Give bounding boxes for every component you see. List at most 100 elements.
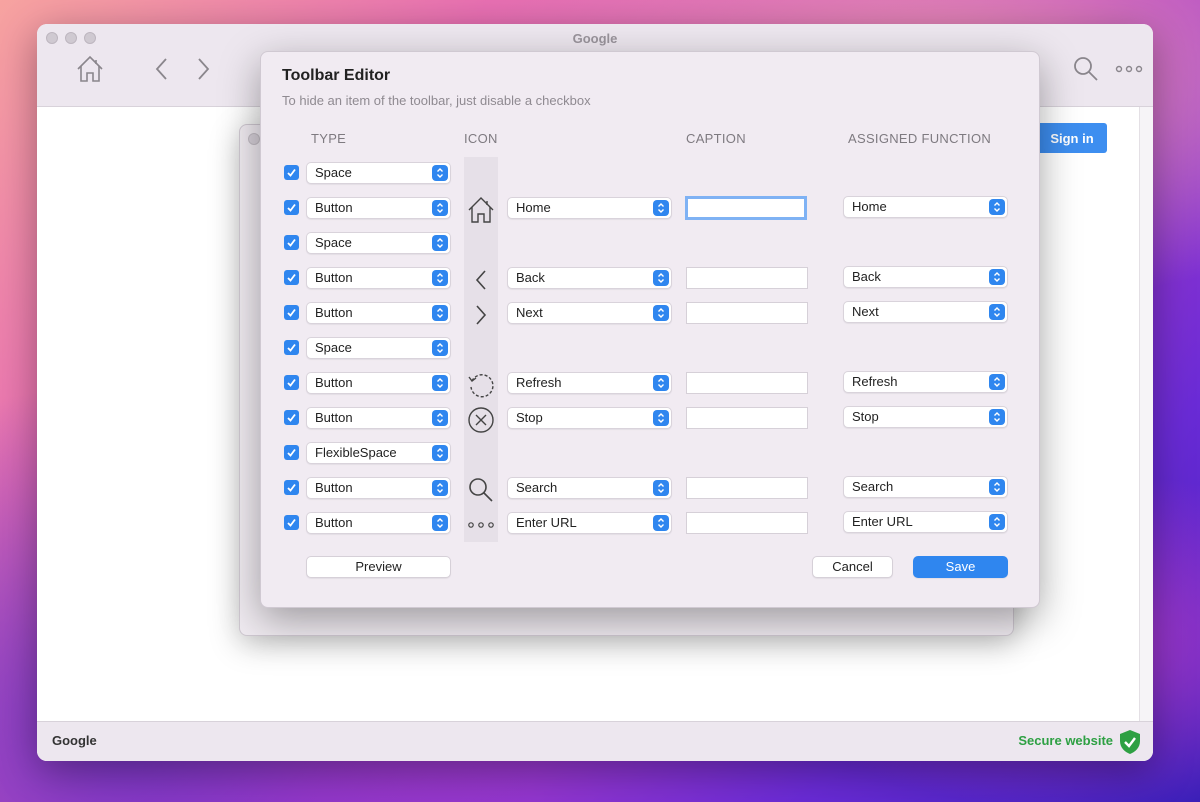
item-type-select[interactable]: FlexibleSpace <box>306 442 451 464</box>
item-type-value: Button <box>315 410 353 425</box>
item-action-value: Stop <box>516 410 543 425</box>
assigned-function-value: Back <box>852 269 881 284</box>
item-enabled-checkbox[interactable] <box>284 375 299 390</box>
item-type-value: Button <box>315 375 353 390</box>
item-action-select[interactable]: Next <box>507 302 672 324</box>
select-arrows-icon <box>989 304 1005 320</box>
assigned-function-value: Refresh <box>852 374 898 389</box>
assigned-function-select[interactable]: Enter URL <box>843 511 1008 533</box>
item-enabled-checkbox[interactable] <box>284 200 299 215</box>
item-enabled-checkbox[interactable] <box>284 480 299 495</box>
item-enabled-checkbox[interactable] <box>284 340 299 355</box>
select-arrows-icon <box>653 410 669 426</box>
toolbar-item-row: Button Next Next <box>261 297 1041 332</box>
select-arrows-icon <box>653 270 669 286</box>
assigned-function-select[interactable]: Search <box>843 476 1008 498</box>
sign-in-button[interactable]: Sign in <box>1037 123 1107 153</box>
item-action-select[interactable]: Stop <box>507 407 672 429</box>
toolbar-item-row: FlexibleSpace <box>261 437 1041 472</box>
item-type-value: Button <box>315 305 353 320</box>
toolbar-more-icon[interactable] <box>1115 64 1143 74</box>
column-header-function: ASSIGNED FUNCTION <box>848 131 992 146</box>
item-type-select[interactable]: Button <box>306 302 451 324</box>
empty-icon-cell <box>464 227 498 262</box>
item-enabled-checkbox[interactable] <box>284 305 299 320</box>
toolbar-item-row: Button Enter URL Enter URL <box>261 507 1041 542</box>
window-title: Google <box>572 31 618 46</box>
toolbar-home-icon[interactable] <box>75 54 105 84</box>
item-type-value: Button <box>315 270 353 285</box>
select-arrows-icon <box>989 374 1005 390</box>
vertical-scrollbar[interactable] <box>1139 107 1153 721</box>
item-type-select[interactable]: Button <box>306 197 451 219</box>
select-arrows-icon <box>432 165 448 181</box>
toolbar-item-row: Space <box>261 157 1041 192</box>
assigned-function-select[interactable]: Back <box>843 266 1008 288</box>
chevron-left-icon <box>464 262 498 297</box>
item-action-select[interactable]: Search <box>507 477 672 499</box>
assigned-function-value: Next <box>852 304 879 319</box>
select-arrows-icon <box>653 375 669 391</box>
select-arrows-icon <box>989 199 1005 215</box>
stop-icon <box>464 402 498 437</box>
preview-button[interactable]: Preview <box>306 556 451 578</box>
item-enabled-checkbox[interactable] <box>284 515 299 530</box>
item-action-select[interactable]: Refresh <box>507 372 672 394</box>
item-caption-input[interactable] <box>686 477 808 499</box>
toolbar-item-row: Button Back Back <box>261 262 1041 297</box>
toolbar-forward-icon[interactable] <box>195 57 211 81</box>
item-type-select[interactable]: Space <box>306 232 451 254</box>
item-type-select[interactable]: Space <box>306 162 451 184</box>
item-enabled-checkbox[interactable] <box>284 235 299 250</box>
toolbar-editor-dialog: Toolbar Editor To hide an item of the to… <box>260 51 1040 608</box>
item-enabled-checkbox[interactable] <box>284 270 299 285</box>
item-action-value: Enter URL <box>516 515 577 530</box>
select-arrows-icon <box>432 340 448 356</box>
item-action-value: Back <box>516 270 545 285</box>
select-arrows-icon <box>432 515 448 531</box>
item-action-select[interactable]: Enter URL <box>507 512 672 534</box>
select-arrows-icon <box>432 235 448 251</box>
item-caption-input[interactable] <box>685 196 807 220</box>
toolbar-search-icon[interactable] <box>1073 56 1099 82</box>
item-action-select[interactable]: Back <box>507 267 672 289</box>
cancel-button[interactable]: Cancel <box>812 556 893 578</box>
item-action-select[interactable]: Home <box>507 197 672 219</box>
item-type-select[interactable]: Space <box>306 337 451 359</box>
assigned-function-select[interactable]: Refresh <box>843 371 1008 393</box>
assigned-function-select[interactable]: Stop <box>843 406 1008 428</box>
item-enabled-checkbox[interactable] <box>284 410 299 425</box>
item-type-select[interactable]: Button <box>306 407 451 429</box>
assigned-function-value: Stop <box>852 409 879 424</box>
assigned-function-value: Search <box>852 479 894 494</box>
select-arrows-icon <box>653 515 669 531</box>
item-type-value: Button <box>315 515 353 530</box>
item-enabled-checkbox[interactable] <box>284 165 299 180</box>
dialog-title: Toolbar Editor <box>282 67 391 84</box>
select-arrows-icon <box>653 305 669 321</box>
toolbar-back-icon[interactable] <box>154 57 170 81</box>
home-icon <box>464 192 498 227</box>
select-arrows-icon <box>989 479 1005 495</box>
item-type-select[interactable]: Button <box>306 477 451 499</box>
item-caption-input[interactable] <box>686 302 808 324</box>
item-caption-input[interactable] <box>686 512 808 534</box>
item-caption-input[interactable] <box>686 267 808 289</box>
select-arrows-icon <box>432 270 448 286</box>
item-type-select[interactable]: Button <box>306 267 451 289</box>
item-action-value: Search <box>516 480 558 495</box>
select-arrows-icon <box>432 305 448 321</box>
toolbar-item-row: Button Home Home <box>261 192 1041 227</box>
refresh-icon <box>464 367 498 402</box>
more-dots-icon <box>464 507 498 542</box>
assigned-function-select[interactable]: Next <box>843 301 1008 323</box>
item-enabled-checkbox[interactable] <box>284 445 299 460</box>
save-button[interactable]: Save <box>913 556 1008 578</box>
item-caption-input[interactable] <box>686 407 808 429</box>
status-site-name: Google <box>52 733 97 748</box>
item-type-select[interactable]: Button <box>306 512 451 534</box>
assigned-function-select[interactable]: Home <box>843 196 1008 218</box>
chevron-right-icon <box>464 297 498 332</box>
item-type-select[interactable]: Button <box>306 372 451 394</box>
item-caption-input[interactable] <box>686 372 808 394</box>
